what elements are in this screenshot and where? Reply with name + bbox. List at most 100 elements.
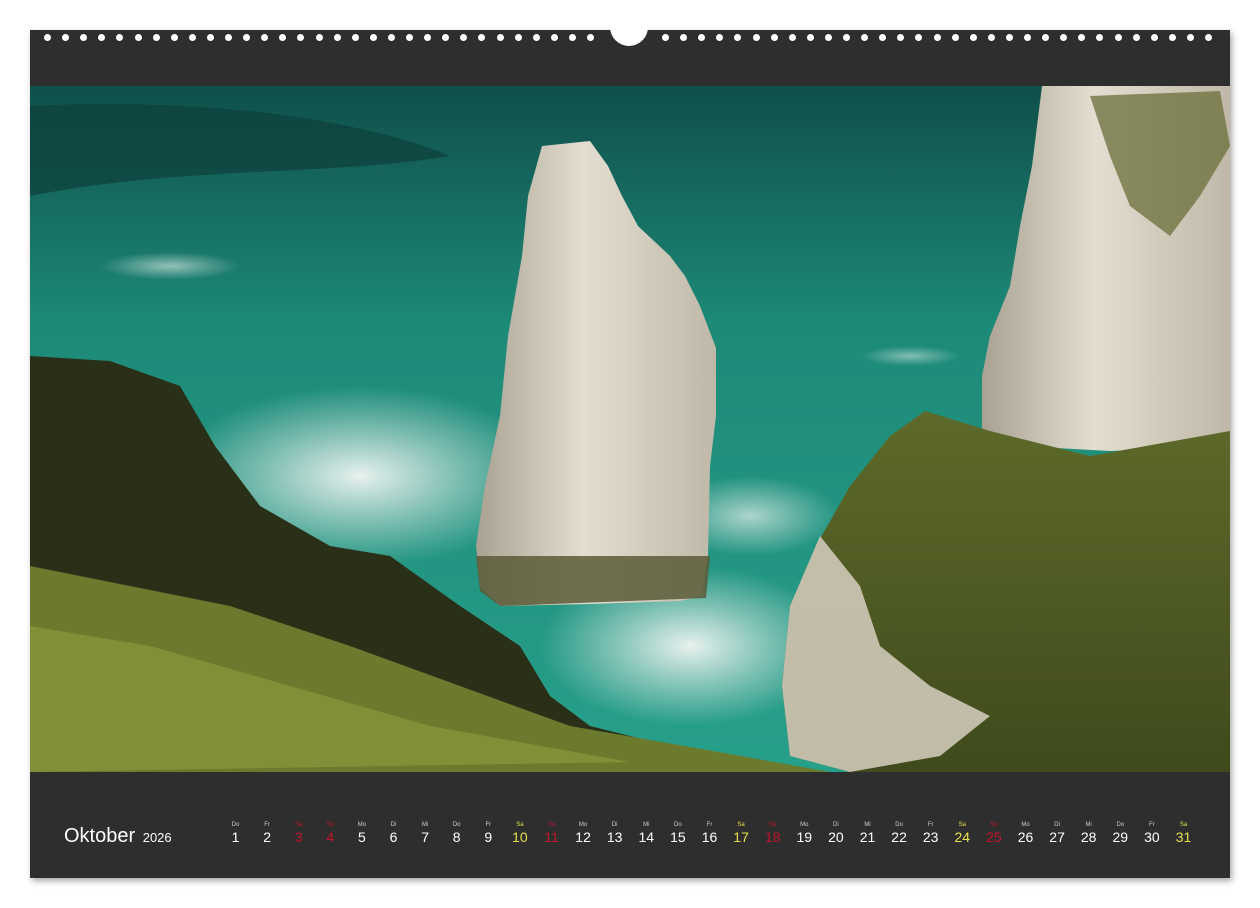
day-strip: Do 1 Fr 2 Sa 3 So 4 Mo 5 Di 6 Mi 7 Do 8 Fr 9 Sa 10 So 11 Mo 12 D…	[30, 822, 1230, 852]
weekday-label: Mo	[578, 822, 588, 828]
binding-hole	[716, 34, 724, 41]
weekday-label: So	[769, 822, 777, 828]
day-number: 20	[828, 829, 844, 845]
binding-hole	[532, 34, 540, 41]
binding-hole	[478, 34, 486, 41]
day-number: 30	[1144, 829, 1160, 845]
binding-hole	[752, 34, 760, 41]
binding-hole	[279, 34, 287, 41]
day-cell: So 18	[757, 822, 788, 852]
day-cell: Fr 2	[252, 822, 283, 852]
day-cell: Mi 21	[852, 822, 883, 852]
binding-hole	[62, 34, 70, 41]
day-number: 11	[544, 829, 559, 845]
binding-hole	[734, 34, 742, 41]
day-number: 31	[1175, 829, 1192, 845]
day-number: 16	[701, 829, 718, 845]
weekday-label: Sa	[1179, 822, 1188, 828]
binding-hole	[424, 34, 432, 41]
day-number: 8	[452, 829, 461, 845]
weekday-label: Sa	[737, 822, 745, 828]
binding-hole	[698, 34, 706, 41]
day-number: 27	[1049, 829, 1065, 845]
binding-hole	[915, 34, 923, 41]
day-cell: Sa 10	[504, 822, 535, 852]
day-number: 10	[512, 829, 528, 845]
binding-hole	[951, 34, 959, 41]
day-cell: So 25	[978, 822, 1009, 852]
binding-hole	[442, 34, 450, 41]
weekday-label: Mi	[421, 822, 429, 828]
weekday-label: Fr	[485, 822, 492, 828]
weekday-label: Mi	[643, 822, 650, 828]
binding-hole	[788, 34, 796, 41]
day-number: 14	[638, 829, 655, 845]
binding-hole	[514, 34, 522, 41]
binding-hole	[80, 34, 88, 41]
weekday-label: Fr	[264, 822, 270, 828]
binding-hole	[297, 34, 305, 41]
binding-hole	[824, 34, 832, 41]
day-cell: Mi 14	[631, 822, 662, 852]
binding-hole	[1060, 34, 1068, 41]
day-cell: Di 20	[820, 822, 851, 852]
binding-hole	[351, 34, 359, 41]
binding-hole	[662, 34, 669, 41]
weekday-label: Do	[1116, 822, 1125, 828]
binding-hole	[333, 34, 341, 41]
day-number: 17	[733, 829, 749, 845]
day-cell: Di 27	[1042, 822, 1073, 852]
binding-hole	[225, 34, 232, 41]
binding-hole	[933, 34, 941, 41]
binding-hole	[861, 34, 869, 41]
binding-hole	[1132, 34, 1140, 41]
binding-hole	[98, 34, 106, 41]
day-cell: Mo 26	[1010, 822, 1041, 852]
binding-hole	[987, 34, 995, 41]
calendar-footer: Oktober 2026 Do 1 Fr 2 Sa 3 So 4 Mo 5 Di 6 Mi 7 Do 8 Fr 9…	[30, 772, 1230, 878]
binding-hole	[170, 34, 178, 41]
day-number: 2	[263, 829, 271, 845]
binding-hole	[879, 34, 887, 41]
day-cell: Sa 3	[283, 822, 314, 852]
day-number: 3	[294, 829, 303, 845]
day-number: 29	[1112, 829, 1129, 845]
day-number: 12	[575, 829, 591, 845]
day-cell: Do 22	[884, 822, 915, 852]
weekday-label: Mo	[1021, 822, 1030, 828]
day-cell: Mo 5	[346, 822, 377, 852]
weekday-label: So	[326, 822, 334, 828]
day-number: 18	[764, 829, 781, 845]
weekday-label: Fr	[927, 822, 934, 828]
binding-hole	[44, 34, 51, 41]
day-number: 15	[670, 829, 686, 845]
cliff-landscape-image	[30, 86, 1230, 772]
binding-hole	[315, 34, 323, 41]
day-cell: Di 13	[599, 822, 630, 852]
day-cell: So 11	[536, 822, 567, 852]
day-number: 9	[484, 829, 493, 845]
day-cell: Do 1	[220, 822, 251, 852]
day-number: 13	[606, 829, 623, 845]
day-number: 24	[954, 829, 971, 845]
day-cell: Mi 28	[1073, 822, 1104, 852]
binding-hole	[387, 34, 395, 41]
weekday-label: Di	[1054, 822, 1060, 828]
day-cell: Do 8	[441, 822, 472, 852]
day-cell: Sa 31	[1168, 822, 1199, 852]
binding-hole	[1186, 34, 1194, 41]
binding-hole	[770, 34, 778, 41]
calendar-photo	[30, 86, 1230, 772]
weekday-label: Do	[895, 822, 903, 828]
binding-hole	[243, 34, 251, 41]
binding-hole	[1078, 34, 1086, 41]
day-number: 28	[1080, 829, 1097, 845]
day-number: 7	[421, 829, 429, 845]
day-cell: Mi 7	[410, 822, 441, 852]
day-cell: Sa 24	[947, 822, 978, 852]
binding-hole	[152, 34, 160, 41]
day-number: 5	[357, 829, 366, 845]
day-cell: Mo 19	[789, 822, 820, 852]
binding-hole	[680, 34, 688, 41]
day-number: 6	[389, 829, 398, 845]
